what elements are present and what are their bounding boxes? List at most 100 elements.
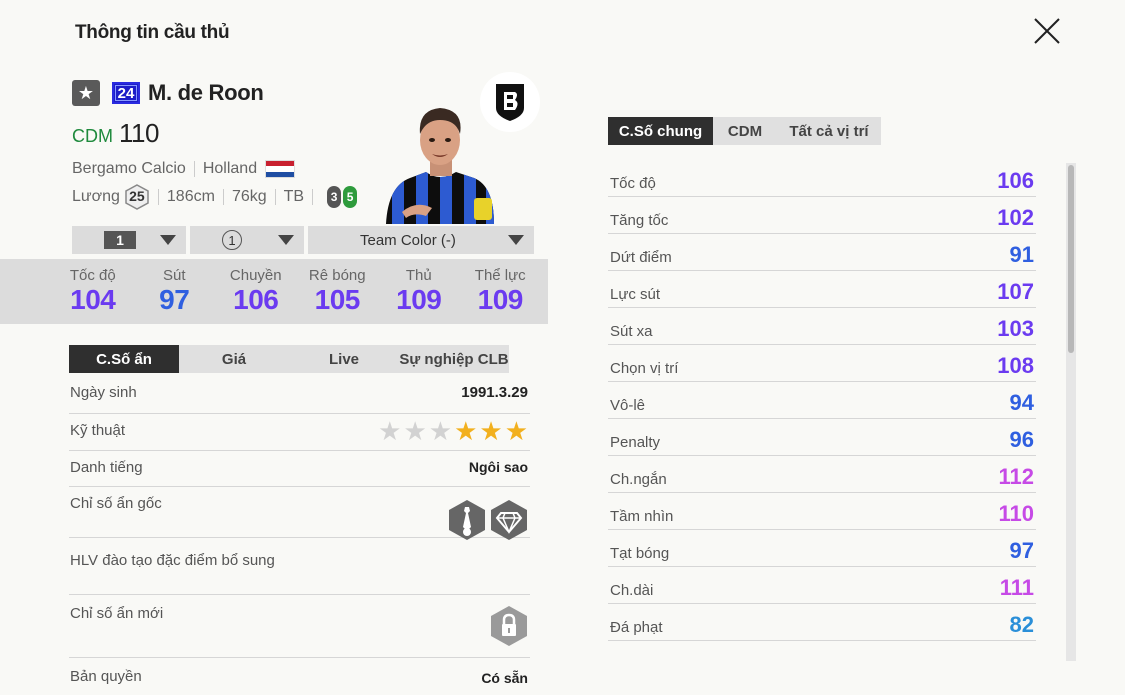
star-icon: ★: [403, 416, 427, 446]
attribute-value: 97: [1009, 538, 1034, 563]
attribute-row: Sút xa 103: [608, 308, 1036, 345]
attribute-scrollbar[interactable]: [1066, 163, 1076, 661]
attribute-name: Chọn vị trí: [610, 360, 679, 377]
new-hidden-row: Chỉ số ẩn mới: [69, 595, 530, 658]
attribute-row: Tăng tốc 102: [608, 197, 1036, 234]
position-ovr: CDM 110: [72, 118, 159, 149]
player-photo: [382, 100, 500, 224]
stat-value: 109: [477, 284, 524, 315]
club-row: Bergamo Calcio Holland: [72, 160, 296, 178]
club-name: Bergamo Calcio: [72, 160, 186, 177]
position-tabs: C.Số chung CDM Tất cả vị trí: [608, 117, 881, 145]
hidden-trait-icons: [448, 499, 528, 541]
star-icon: ★: [504, 416, 528, 446]
attribute-row: Dứt điểm 91: [608, 234, 1036, 271]
attribute-value: 108: [997, 353, 1034, 378]
divider: [274, 189, 276, 205]
divider: [222, 189, 224, 205]
birth-row: Ngày sinh 1991.3.29: [69, 376, 530, 414]
coach-label: HLV đào tạo đặc điểm bổ sung: [70, 552, 275, 569]
attribute-value: 106: [997, 168, 1034, 193]
stat-value: 109: [396, 284, 442, 315]
attribute-row: Penalty 96: [608, 419, 1036, 456]
license-row: Bản quyền Có sẵn: [69, 658, 530, 695]
tab-cdm[interactable]: CDM: [713, 117, 777, 145]
attribute-row: Chọn vị trí 108: [608, 345, 1036, 382]
attribute-name: Sút xa: [610, 323, 653, 340]
attribute-value: 94: [1009, 390, 1034, 415]
attribute-row: Tốc độ 106: [608, 160, 1036, 197]
tab-live[interactable]: Live: [289, 345, 399, 373]
divider: [157, 189, 159, 205]
stat-value: 104: [70, 284, 116, 315]
main-stat: Chuyền 106: [215, 259, 297, 324]
attribute-row: Vô-lê 94: [608, 382, 1036, 419]
trait-dropdown[interactable]: 1: [190, 226, 304, 254]
attribute-name: Ch.dài: [610, 582, 654, 599]
attribute-list: Tốc độ 106 Tăng tốc 102 Dứt điểm 91 Lực sút…: [608, 160, 1036, 641]
hidden-stats-row: Chỉ số ẩn gốc: [69, 487, 530, 541]
tie-trait-icon[interactable]: [448, 499, 486, 541]
main-stat: Thủ 109: [378, 259, 460, 324]
scroll-thumb[interactable]: [1068, 165, 1074, 353]
chevron-down-icon: [508, 235, 524, 245]
close-icon[interactable]: [1030, 14, 1064, 48]
tab-all-positions[interactable]: Tất cả vị trí: [777, 117, 881, 145]
nation-name: Holland: [202, 160, 258, 177]
license-value: Có sẵn: [481, 670, 528, 686]
tab-hidden-stats[interactable]: C.Số ẩn: [69, 345, 179, 373]
divider: [193, 161, 195, 177]
attribute-value: 102: [997, 205, 1034, 230]
chevron-down-icon: [160, 235, 176, 245]
skill-stars: ★ ★ ★ ★ ★ ★: [378, 418, 528, 444]
attribute-row: Ch.ngắn 112: [608, 456, 1036, 493]
diamond-trait-icon[interactable]: [490, 499, 528, 541]
tab-price[interactable]: Giá: [179, 345, 289, 373]
team-color-dropdown[interactable]: Team Color (-): [308, 226, 534, 254]
main-stat: Thể lực 109: [460, 259, 542, 324]
fame-label: Danh tiếng: [70, 459, 143, 476]
player-portrait-icon: [386, 108, 494, 224]
attribute-value: 112: [998, 464, 1035, 489]
close-button[interactable]: [1030, 14, 1064, 48]
license-label: Bản quyền: [70, 668, 142, 685]
coach-row: HLV đào tạo đặc điểm bổ sung: [69, 538, 530, 595]
tab-general-stats[interactable]: C.Số chung: [608, 117, 713, 145]
position-label: CDM: [72, 126, 113, 146]
main-stat: Sút 97: [134, 259, 216, 324]
stat-value: 105: [314, 284, 361, 315]
stat-label: Tốc độ: [69, 267, 116, 284]
ovr-value: 110: [119, 118, 159, 148]
favorite-star-icon[interactable]: ★: [72, 80, 100, 106]
attribute-row: Đá phạt 82: [608, 604, 1036, 641]
attribute-row: Ch.dài 111: [608, 567, 1036, 604]
lock-icon[interactable]: [490, 605, 528, 647]
strong-foot-badge: 5: [343, 186, 358, 208]
trait-value: 1: [222, 230, 242, 250]
info-row: Lương 25 186cm 76kg TB 3 5: [72, 184, 358, 210]
main-stat: Tốc độ 104: [52, 259, 134, 324]
star-icon: ★: [454, 416, 478, 446]
attribute-name: Tăng tốc: [610, 212, 669, 229]
foot-badges: 3 5: [327, 186, 358, 208]
page-title: Thông tin cầu thủ: [75, 22, 230, 43]
wage-badge: 25: [124, 184, 150, 210]
main-stats: Tốc độ 104 Sút 97 Chuyền 106 Rê bóng 105 Thủ…: [0, 259, 548, 324]
stat-value: 106: [233, 284, 279, 315]
wage-label: Lương: [72, 188, 120, 205]
options-row: 1 1 Team Color (-): [72, 226, 534, 254]
attribute-value: 82: [1009, 612, 1034, 637]
star-icon: ★: [378, 416, 402, 446]
attribute-name: Tầm nhìn: [610, 508, 674, 525]
stat-label: Thể lực: [474, 267, 526, 284]
tab-club-career[interactable]: Sự nghiệp CLB: [399, 345, 509, 373]
wage-value: 25: [129, 188, 145, 204]
chevron-down-icon: [278, 235, 294, 245]
star-icon: ★: [428, 416, 453, 446]
divider: [312, 189, 314, 205]
level-dropdown[interactable]: 1: [72, 226, 186, 254]
attribute-name: Dứt điểm: [610, 249, 672, 266]
attribute-name: Lực sút: [610, 286, 661, 303]
height-value: 186cm: [166, 188, 215, 205]
detail-tabs: C.Số ẩn Giá Live Sự nghiệp CLB: [69, 345, 509, 373]
